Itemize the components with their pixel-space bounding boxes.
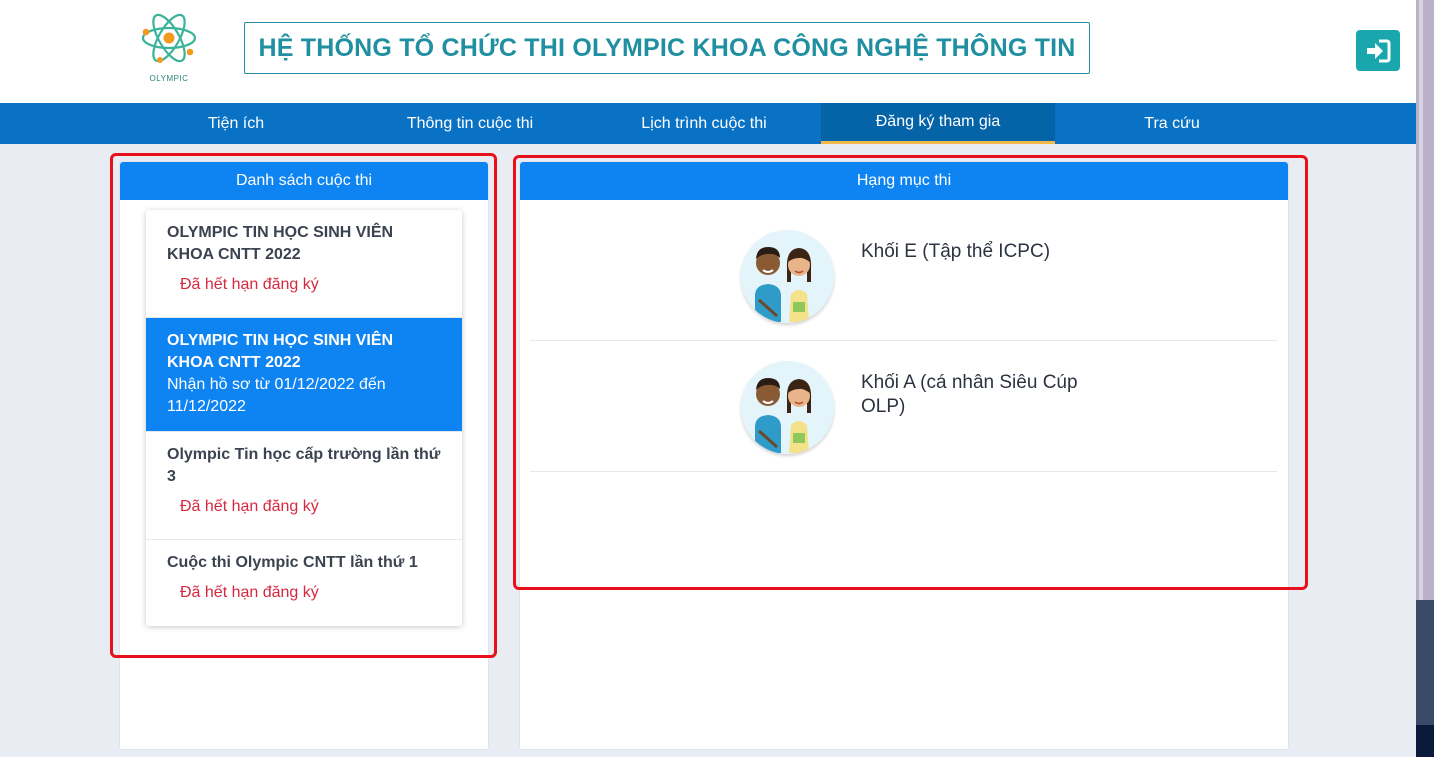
competition-panel-header: Danh sách cuộc thi bbox=[120, 162, 488, 200]
competition-status: Đã hết hạn đăng ký bbox=[180, 276, 319, 293]
nav-dang-ky-tham-gia[interactable]: Đăng ký tham gia bbox=[821, 103, 1055, 144]
students-avatar-icon bbox=[741, 230, 834, 323]
nav-lich-trinh-cuoc-thi[interactable]: Lịch trình cuộc thi bbox=[587, 103, 821, 144]
logo-text: OLYMPIC bbox=[149, 74, 189, 83]
olympic-logo[interactable]: OLYMPIC bbox=[138, 8, 200, 86]
atom-icon bbox=[141, 13, 197, 63]
desktop-background-strip bbox=[1416, 0, 1434, 757]
main-nav: Tiện ích Thông tin cuộc thi Lịch trình c… bbox=[0, 103, 1416, 144]
competition-name: OLYMPIC TIN HỌC SINH VIÊN KHOA CNTT 2022 bbox=[167, 224, 394, 263]
competition-name: OLYMPIC TIN HỌC SINH VIÊN KHOA CNTT 2022 bbox=[167, 332, 394, 371]
category-label: Khối A (cá nhân Siêu Cúp OLP) bbox=[861, 372, 1078, 417]
nav-tra-cuu[interactable]: Tra cứu bbox=[1055, 103, 1289, 144]
taskbar-edge-dark bbox=[1416, 725, 1434, 757]
category-item[interactable]: Khối A (cá nhân Siêu Cúp OLP) bbox=[530, 341, 1277, 472]
competition-list: OLYMPIC TIN HỌC SINH VIÊN KHOA CNTT 2022… bbox=[146, 210, 462, 626]
competition-period: Nhận hồ sơ từ 01/12/2022 đến 11/12/2022 bbox=[167, 376, 386, 415]
category-label: Khối E (Tập thể ICPC) bbox=[861, 241, 1051, 262]
competition-name: Olympic Tin học cấp trường lần thứ 3 bbox=[167, 446, 441, 485]
nav-thong-tin-cuoc-thi[interactable]: Thông tin cuộc thi bbox=[353, 103, 587, 144]
header: OLYMPIC HỆ THỐNG TỔ CHỨC THI OLYMPIC KHO… bbox=[0, 0, 1416, 103]
competition-item[interactable]: Olympic Tin học cấp trường lần thứ 3 Đã … bbox=[146, 432, 462, 540]
competition-status: Đã hết hạn đăng ký bbox=[180, 584, 319, 601]
competition-status: Đã hết hạn đăng ký bbox=[180, 498, 319, 515]
category-panel-header: Hạng mục thi bbox=[520, 162, 1288, 200]
site-title: HỆ THỐNG TỔ CHỨC THI OLYMPIC KHOA CÔNG N… bbox=[244, 22, 1090, 74]
category-item[interactable]: Khối E (Tập thể ICPC) bbox=[530, 210, 1277, 341]
sign-in-icon bbox=[1367, 39, 1391, 62]
nav-tien-ich[interactable]: Tiện ích bbox=[119, 103, 353, 144]
competition-item-selected[interactable]: OLYMPIC TIN HỌC SINH VIÊN KHOA CNTT 2022… bbox=[146, 318, 462, 432]
competition-item[interactable]: OLYMPIC TIN HỌC SINH VIÊN KHOA CNTT 2022… bbox=[146, 210, 462, 318]
competition-name: Cuộc thi Olympic CNTT lần thứ 1 bbox=[167, 554, 418, 571]
competition-item[interactable]: Cuộc thi Olympic CNTT lần thứ 1 Đã hết h… bbox=[146, 540, 462, 626]
logout-button[interactable] bbox=[1356, 30, 1400, 71]
students-avatar-icon bbox=[741, 361, 834, 454]
